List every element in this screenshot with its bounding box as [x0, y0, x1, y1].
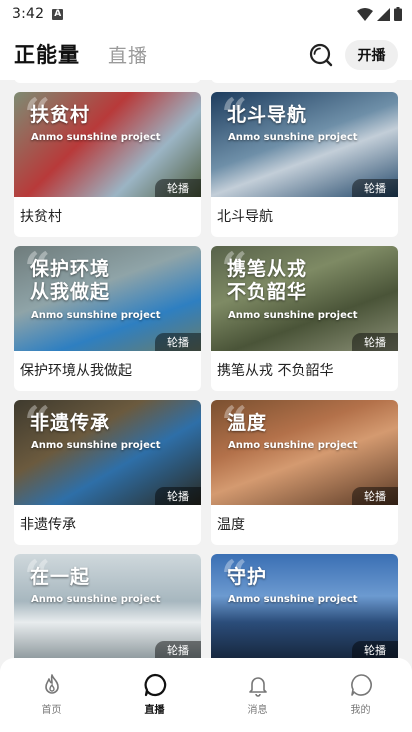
carousel-badge: 轮播 — [155, 179, 201, 197]
thumbnail-title-line: 不负韶华 — [227, 281, 308, 303]
thumbnail-subtitle: Anmo sunshine project — [31, 132, 161, 143]
bell-icon — [248, 677, 267, 697]
card-title: 非遗传承 — [20, 517, 76, 533]
video-card[interactable]: “ 在一起 Anmo sunshine project 轮播 — [14, 554, 201, 658]
previous-card-edge — [211, 80, 398, 83]
video-card[interactable]: “ 扶贫村 Anmo sunshine project 轮播 扶贫村 — [14, 92, 201, 237]
previous-card-edge — [14, 80, 201, 83]
tab-live-stream[interactable]: 直播 — [103, 658, 206, 732]
tab-messages[interactable]: 消息 — [206, 658, 309, 732]
carousel-badge: 轮播 — [352, 641, 398, 658]
thumbnail-title-line: 北斗导航 — [227, 104, 308, 126]
carousel-badge: 轮播 — [352, 487, 398, 505]
video-card[interactable]: “ 非遗传承 Anmo sunshine project 轮播 非遗传承 — [14, 400, 201, 545]
video-thumbnail: “ 北斗导航 Anmo sunshine project 轮播 — [211, 92, 398, 197]
carousel-badge: 轮播 — [155, 641, 201, 658]
video-thumbnail: “ 非遗传承 Anmo sunshine project 轮播 — [14, 400, 201, 505]
thumbnail-subtitle: Anmo sunshine project — [31, 440, 161, 451]
thumbnail-subtitle: Anmo sunshine project — [31, 310, 161, 321]
bottom-tab-bar: 首页 直播 消息 我的 — [0, 658, 412, 732]
thumbnail-title: 温度 — [227, 412, 267, 435]
flame-icon — [44, 674, 59, 694]
carousel-badge: 轮播 — [155, 487, 201, 505]
card-title: 北斗导航 — [217, 209, 273, 225]
video-thumbnail: “ 扶贫村 Anmo sunshine project 轮播 — [14, 92, 201, 197]
tab-label: 我的 — [350, 705, 371, 716]
video-card[interactable]: “ 北斗导航 Anmo sunshine project 轮播 北斗导航 — [211, 92, 398, 237]
thumbnail-subtitle: Anmo sunshine project — [31, 594, 161, 605]
thumbnail-title-line: 温度 — [227, 412, 268, 434]
carousel-badge: 轮播 — [352, 179, 398, 197]
thumbnail-subtitle: Anmo sunshine project — [228, 310, 358, 321]
circle-bubble-icon — [144, 673, 166, 697]
thumbnail-subtitle: Anmo sunshine project — [228, 594, 358, 605]
thumbnail-title-line: 守护 — [227, 566, 268, 588]
carousel-badge: 轮播 — [352, 333, 398, 351]
thumbnail-title-line: 从我做起 — [30, 281, 111, 303]
thumbnail-title-line: 非遗传承 — [30, 412, 111, 434]
carousel-badge: 轮播 — [155, 333, 201, 351]
video-card[interactable]: “ 温度 Anmo sunshine project 轮播 温度 — [211, 400, 398, 545]
tab-home[interactable]: 首页 — [0, 658, 103, 732]
thumbnail-title: 非遗传承 — [30, 412, 110, 435]
status-time: 3:42 — [12, 6, 45, 22]
thumbnail-title: 北斗导航 — [227, 104, 307, 127]
start-live-button[interactable]: 开播 — [345, 40, 398, 70]
tab-positive-energy[interactable]: 正能量 — [14, 39, 80, 69]
video-grid: “ 扶贫村 Anmo sunshine project 轮播 扶贫村 “ 北斗导… — [0, 80, 412, 658]
card-title: 保护环境从我做起 — [20, 363, 132, 379]
thumbnail-title: 在一起 — [30, 566, 90, 589]
video-thumbnail: “ 温度 Anmo sunshine project 轮播 — [211, 400, 398, 505]
status-bar: 3:42 A — [0, 0, 412, 28]
video-thumbnail: “ 保护环境 从我做起 Anmo sunshine project 轮播 — [14, 246, 201, 351]
thumbnail-title-line: 携笔从戎 — [227, 258, 308, 280]
card-title: 扶贫村 — [20, 209, 62, 225]
cell-signal-icon — [377, 7, 390, 21]
thumbnail-title: 扶贫村 — [30, 104, 90, 127]
video-thumbnail: “ 携笔从戎 不负韶华 Anmo sunshine project 轮播 — [211, 246, 398, 351]
thumbnail-title-line: 保护环境 — [30, 258, 111, 280]
thumbnail-title: 守护 — [227, 566, 267, 589]
search-button[interactable] — [306, 40, 336, 70]
search-icon — [309, 43, 333, 67]
tab-profile[interactable]: 我的 — [309, 658, 412, 732]
user-bubble-icon — [350, 674, 372, 696]
tab-label: 首页 — [41, 705, 62, 716]
thumbnail-title: 携笔从戎 不负韶华 — [227, 258, 307, 304]
wifi-icon — [357, 7, 373, 21]
video-thumbnail: “ 守护 Anmo sunshine project 轮播 — [211, 554, 398, 658]
notification-icon: A — [52, 8, 64, 20]
tab-label: 直播 — [144, 705, 165, 716]
top-header: 正能量 直播 开播 — [0, 28, 412, 80]
tab-label: 消息 — [247, 705, 268, 716]
video-card[interactable]: “ 携笔从戎 不负韶华 Anmo sunshine project 轮播 携笔从… — [211, 246, 398, 391]
thumbnail-subtitle: Anmo sunshine project — [228, 440, 358, 451]
thumbnail-subtitle: Anmo sunshine project — [228, 132, 358, 143]
thumbnail-title-line: 扶贫村 — [30, 104, 91, 126]
card-title: 携笔从戎 不负韶华 — [217, 363, 334, 379]
thumbnail-title: 保护环境 从我做起 — [30, 258, 110, 304]
app-screen: 3:42 A 正能量 直播 开播 “ 扶贫村 Anmo sunshine pro… — [0, 0, 412, 732]
video-thumbnail: “ 在一起 Anmo sunshine project 轮播 — [14, 554, 201, 658]
video-card[interactable]: “ 保护环境 从我做起 Anmo sunshine project 轮播 保护环… — [14, 246, 201, 391]
video-card[interactable]: “ 守护 Anmo sunshine project 轮播 — [211, 554, 398, 658]
status-icons — [357, 7, 402, 21]
thumbnail-title-line: 在一起 — [30, 566, 91, 588]
tab-live[interactable]: 直播 — [108, 41, 148, 68]
battery-icon — [394, 7, 402, 21]
card-title: 温度 — [217, 517, 245, 533]
